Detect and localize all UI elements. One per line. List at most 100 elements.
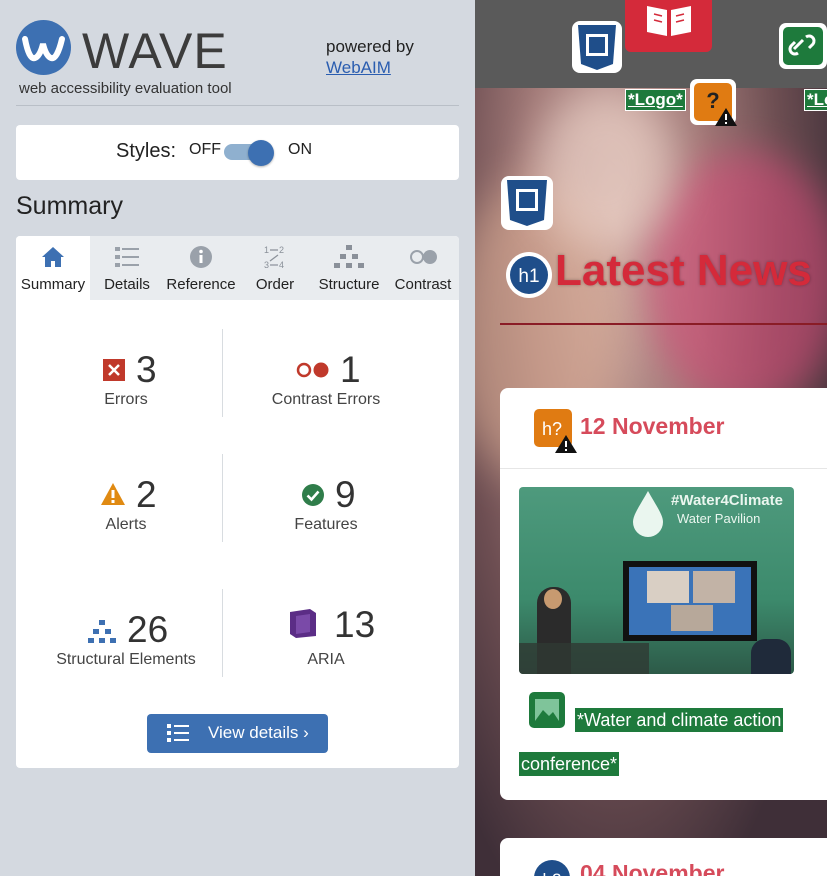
alerts-label: Alerts — [105, 516, 147, 533]
tab-label: Summary — [20, 276, 86, 293]
svg-text:h1: h1 — [518, 266, 539, 287]
wave-header: WAVE web accessibility evaluation tool p… — [16, 20, 459, 106]
h2-alert-icon[interactable]: h? — [530, 405, 578, 453]
link-feature-icon[interactable] — [778, 22, 827, 70]
stat-structural[interactable]: 26 Structural Elements — [26, 606, 226, 676]
info-icon — [190, 246, 212, 268]
svg-text:3: 3 — [264, 260, 269, 270]
svg-text:4: 4 — [279, 260, 284, 270]
tab-contrast[interactable]: Contrast — [386, 236, 459, 300]
heading-rule — [500, 323, 827, 325]
video-tile — [693, 571, 735, 603]
tab-order[interactable]: 1234 Order — [238, 236, 312, 300]
wave-logo-icon — [16, 20, 71, 75]
news-photo[interactable]: #Water4Climate Water Pavilion — [519, 487, 794, 674]
photo-text: Water Pavilion — [677, 511, 761, 526]
error-icon — [103, 359, 125, 381]
water-drop-logo-icon — [633, 491, 663, 537]
wave-sidebar: WAVE web accessibility evaluation tool p… — [0, 0, 475, 876]
logo-alt-tag: *Lo — [804, 89, 827, 111]
tab-structure[interactable]: Structure — [312, 236, 386, 300]
photo-screen — [623, 561, 757, 641]
svg-text:h?: h? — [542, 419, 562, 439]
structure-icon — [88, 620, 116, 643]
tab-reference[interactable]: Reference — [164, 236, 238, 300]
news-card[interactable]: h2 04 November — [500, 838, 827, 876]
h1-heading-icon[interactable]: h1 — [505, 251, 553, 299]
stat-alerts[interactable]: 2 Alerts — [26, 471, 226, 541]
styles-on-label: ON — [288, 141, 312, 158]
powered-by-text: powered by — [326, 37, 414, 56]
tab-details[interactable]: Details — [90, 236, 164, 300]
tagline: web accessibility evaluation tool — [19, 80, 232, 97]
tab-label: Contrast — [394, 276, 452, 293]
structural-label: Structural Elements — [56, 651, 196, 668]
contrast-error-icon — [296, 362, 329, 378]
image-alt-caption: *Water and climate action conference* — [519, 698, 827, 786]
aria-count: 13 — [334, 604, 376, 645]
page-preview: *Logo* *Lo ? h1 Latest News h? 12 Novemb… — [475, 0, 827, 876]
stat-contrast-errors[interactable]: 1 Contrast Errors — [226, 346, 426, 416]
photo-audience — [519, 643, 649, 674]
features-count: 9 — [335, 474, 356, 515]
stat-features[interactable]: 9 Features — [226, 471, 426, 541]
wave-wordmark: WAVE — [82, 23, 228, 79]
svg-text:1: 1 — [264, 245, 269, 255]
home-icon — [42, 247, 64, 267]
caption-line: conference* — [519, 752, 620, 776]
video-tile — [671, 605, 713, 631]
list-icon — [115, 247, 139, 267]
caption-line: *Water and climate action — [575, 708, 784, 732]
errors-label: Errors — [104, 391, 148, 408]
page-title: Summary — [16, 192, 123, 220]
aria-label: ARIA — [307, 651, 345, 668]
styles-off-label: OFF — [189, 141, 221, 158]
alert-question-icon[interactable]: ? — [689, 78, 739, 128]
tab-label: Reference — [166, 276, 236, 293]
book-icon — [647, 6, 691, 36]
svg-text:2: 2 — [279, 245, 284, 255]
tab-label: Details — [104, 276, 150, 293]
site-logo[interactable] — [625, 0, 712, 52]
landmark-badge-icon[interactable] — [571, 20, 623, 74]
tab-summary[interactable]: Summary — [16, 236, 90, 300]
summary-panel: Summary Details Reference 1234 Order Str… — [16, 236, 459, 768]
errors-count: 3 — [136, 349, 157, 390]
view-details-button[interactable]: View details › — [147, 714, 328, 753]
list-icon — [167, 724, 189, 742]
tab-label: Order — [255, 276, 295, 293]
logo-alt-tag: *Logo* — [625, 89, 686, 111]
card-date: 04 November — [580, 860, 725, 876]
hero-image-blur — [535, 90, 675, 250]
h2-heading-icon[interactable]: h2 — [530, 856, 574, 876]
tab-label: Structure — [318, 276, 380, 293]
landmark-badge-icon[interactable] — [500, 175, 554, 231]
styles-toggle[interactable] — [224, 140, 276, 166]
alert-icon — [101, 483, 125, 505]
feature-check-icon — [302, 484, 324, 506]
aria-icon — [290, 609, 316, 638]
stat-aria[interactable]: 13 ARIA — [226, 604, 426, 676]
view-details-label: View details › — [208, 723, 309, 742]
contrast-icon — [410, 250, 437, 264]
video-tile — [647, 571, 689, 603]
styles-toggle-box: Styles: OFF ON — [16, 125, 459, 180]
latest-news-heading: Latest News — [555, 246, 812, 295]
structure-icon — [334, 245, 364, 268]
divider — [500, 468, 827, 469]
photo-person-head — [544, 589, 562, 609]
contrast-errors-label: Contrast Errors — [271, 391, 381, 408]
svg-text:h2: h2 — [543, 870, 562, 876]
structural-count: 26 — [127, 609, 169, 650]
news-card[interactable]: h? 12 November #Water4Climate Water Pavi… — [500, 388, 827, 800]
alerts-count: 2 — [136, 474, 157, 515]
photo-screen-content — [629, 567, 751, 635]
photo-text: #Water4Climate — [671, 492, 783, 509]
stat-errors[interactable]: 3 Errors — [26, 346, 226, 416]
webaim-link[interactable]: WebAIM — [326, 58, 391, 78]
tab-bar: Summary Details Reference 1234 Order Str… — [16, 236, 459, 300]
toggle-knob[interactable] — [248, 140, 274, 166]
card-date: 12 November — [580, 413, 725, 439]
photo-person — [751, 639, 791, 674]
order-icon: 1 23 4 — [264, 245, 284, 270]
